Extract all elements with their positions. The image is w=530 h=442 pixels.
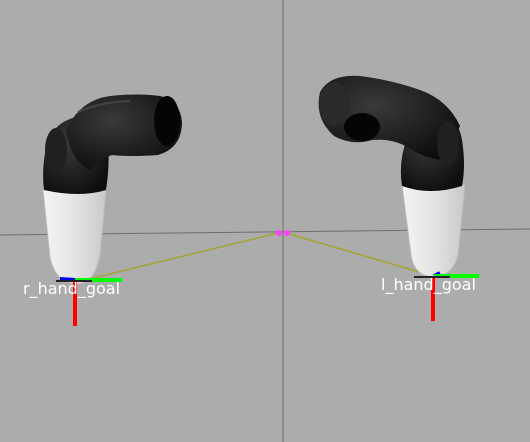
scene-canvas[interactable] xyxy=(0,0,530,442)
right-arm-model[interactable] xyxy=(42,94,182,285)
left-hand-goal-label: l_hand_goal xyxy=(381,275,476,294)
center-marker-left xyxy=(276,230,282,236)
left-arm-model[interactable] xyxy=(318,75,466,278)
right-goal-link xyxy=(84,232,279,281)
right-arm-joint-cap xyxy=(154,96,180,146)
center-marker-right xyxy=(284,230,290,236)
left-arm-joint-ring xyxy=(437,121,459,165)
left-hand-shell xyxy=(401,184,466,278)
left-arm-joint-cap xyxy=(344,113,380,141)
right-hand-goal-label: r_hand_goal xyxy=(23,279,121,298)
right-arm-joint-ring xyxy=(45,128,67,172)
right-hand-shell xyxy=(42,189,107,285)
goal-links xyxy=(84,232,434,281)
left-arm-top-cap xyxy=(319,82,349,126)
3d-viewport[interactable]: r_hand_goal l_hand_goal xyxy=(0,0,530,442)
